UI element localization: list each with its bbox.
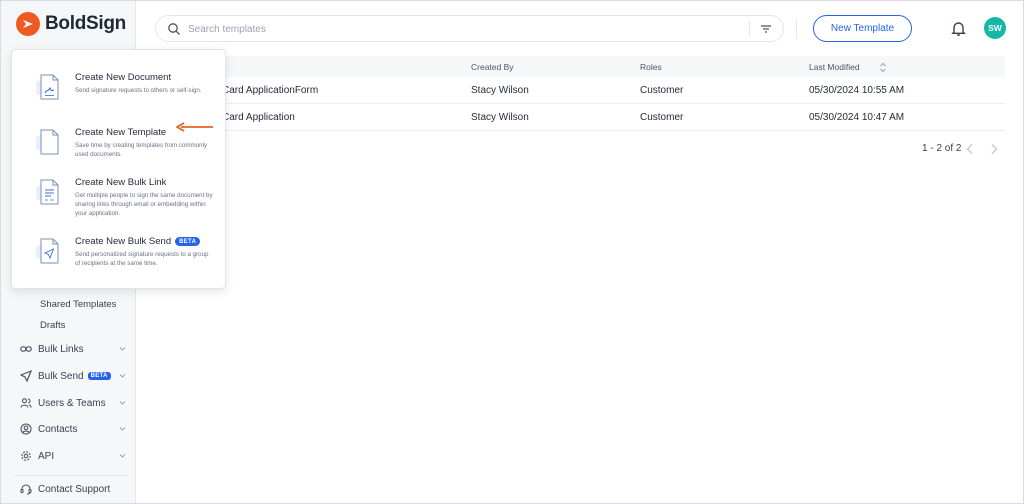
- search-input[interactable]: [188, 20, 728, 38]
- sidebar-item-drafts[interactable]: Drafts: [40, 320, 65, 331]
- sidebar-item-contacts[interactable]: Contacts: [20, 419, 130, 439]
- menu-item-create-bulk-send[interactable]: Create New Bulk Send BETA Send personali…: [12, 236, 227, 288]
- sidebar-item-label: Contacts: [38, 423, 78, 435]
- sidebar-item-shared-templates[interactable]: Shared Templates: [40, 299, 116, 310]
- search-icon: [168, 23, 180, 35]
- headset-icon: [20, 483, 32, 495]
- chevron-down-icon: [119, 374, 126, 378]
- sidebar-item-label: API: [38, 450, 55, 462]
- chevron-left-icon[interactable]: [965, 143, 975, 155]
- search-divider: [749, 21, 750, 37]
- menu-item-description: Send personalized signature requests to …: [75, 251, 209, 267]
- sidebar-item-label: Bulk Links: [38, 343, 84, 355]
- document-sign-icon: [36, 74, 59, 100]
- search-bar: [155, 15, 784, 42]
- new-template-button[interactable]: New Template: [813, 15, 912, 42]
- notification-bell-icon[interactable]: [950, 20, 967, 37]
- filter-icon[interactable]: [759, 22, 773, 36]
- sidebar-item-label: Bulk Send: [38, 370, 84, 382]
- beta-badge: BETA: [87, 372, 111, 380]
- menu-item-create-document[interactable]: Create New Document Send signature reque…: [12, 72, 227, 124]
- link-icon: [20, 343, 32, 355]
- template-name[interactable]: Card ApplicationForm: [222, 85, 318, 96]
- created-by: Stacy Wilson: [471, 85, 529, 96]
- brand-name: BoldSign: [45, 13, 126, 34]
- column-header-last-modified[interactable]: Last Modified: [809, 62, 860, 72]
- boldsign-logo-icon: [16, 12, 40, 36]
- table-header: Created By Roles Last Modified: [149, 56, 1005, 77]
- menu-item-title: Create New Template: [75, 127, 167, 138]
- create-menu: Create New Document Send signature reque…: [11, 49, 226, 289]
- menu-item-description: Save time by creating templates from com…: [75, 142, 208, 158]
- menu-item-title: Create New Bulk Link: [75, 177, 167, 188]
- menu-item-create-template[interactable]: Create New Template Save time by creatin…: [12, 127, 227, 179]
- table-row[interactable]: Card ApplicationForm Stacy Wilson Custom…: [149, 77, 1005, 104]
- sidebar-item-label: Users & Teams: [38, 397, 106, 409]
- menu-item-title: Create New Document: [75, 72, 172, 83]
- last-modified: 05/30/2024 10:55 AM: [809, 85, 905, 96]
- user-avatar[interactable]: SW: [984, 17, 1006, 39]
- gear-icon: [20, 450, 32, 462]
- bulk-send-icon: [36, 238, 59, 264]
- sidebar-divider: [15, 475, 127, 476]
- menu-item-title: Create New Bulk Send BETA: [75, 236, 201, 247]
- sidebar-item-bulk-links[interactable]: Bulk Links: [20, 339, 130, 359]
- template-icon: [36, 129, 59, 155]
- chevron-right-icon[interactable]: [989, 143, 999, 155]
- sidebar-item-contact-support[interactable]: Contact Support: [20, 479, 130, 499]
- bulk-link-icon: [36, 179, 59, 205]
- beta-badge: BETA: [175, 237, 201, 246]
- pagination-summary: 1 - 2 of 2: [922, 143, 962, 154]
- role: Customer: [640, 112, 684, 123]
- menu-item-description: Send signature requests to others or sel…: [75, 87, 202, 94]
- column-header-created-by[interactable]: Created By: [471, 62, 514, 72]
- header-divider: [796, 19, 797, 39]
- users-icon: [20, 397, 32, 409]
- sidebar-item-label: Contact Support: [38, 483, 111, 495]
- send-icon: [20, 370, 32, 382]
- contact-icon: [20, 423, 32, 435]
- menu-item-create-bulk-link[interactable]: Create New Bulk Link Get multiple people…: [12, 177, 227, 229]
- menu-item-description: Get multiple people to sign the same doc…: [75, 192, 213, 217]
- template-name[interactable]: Card Application: [222, 112, 295, 123]
- chevron-down-icon: [119, 454, 126, 458]
- created-by: Stacy Wilson: [471, 112, 529, 123]
- chevron-down-icon: [119, 427, 126, 431]
- sort-icon[interactable]: [879, 62, 887, 73]
- sidebar-item-bulk-send[interactable]: Bulk Send BETA: [20, 366, 130, 386]
- role: Customer: [640, 85, 684, 96]
- callout-arrow-icon: [176, 122, 213, 132]
- column-header-roles[interactable]: Roles: [640, 62, 662, 72]
- last-modified: 05/30/2024 10:47 AM: [809, 112, 905, 123]
- sidebar-item-api[interactable]: API: [20, 446, 130, 466]
- app-window: BoldSign Shared Templates Drafts Bulk Li…: [0, 0, 1024, 504]
- sidebar-item-users-teams[interactable]: Users & Teams: [20, 393, 130, 413]
- chevron-down-icon: [119, 347, 126, 351]
- brand[interactable]: BoldSign: [16, 12, 126, 36]
- menu-item-title-text: Create New Bulk Send: [75, 236, 172, 247]
- chevron-down-icon: [119, 401, 126, 405]
- table-row[interactable]: Card Application Stacy Wilson Customer 0…: [149, 104, 1005, 131]
